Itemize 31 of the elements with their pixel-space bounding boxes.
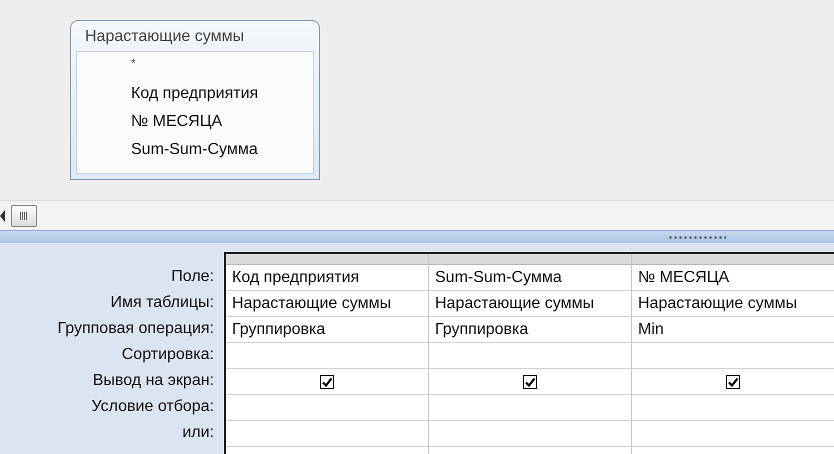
table-cell[interactable]: Нарастающие суммы (226, 291, 428, 317)
table-cell[interactable]: № МЕСЯЦА (632, 265, 834, 291)
row-label: Условие отбора: (92, 398, 214, 416)
checkbox[interactable] (523, 374, 537, 388)
column-selector[interactable] (226, 254, 428, 265)
field-list-item[interactable]: Код предприятия (131, 80, 313, 108)
checkbox[interactable] (726, 374, 740, 388)
scroll-bar[interactable] (0, 200, 834, 230)
row-label: Групповая операция: (57, 320, 214, 338)
table-cell[interactable]: Min (632, 317, 834, 343)
row-label: Сортировка: (122, 346, 214, 364)
scroll-left-icon[interactable] (0, 210, 5, 222)
grip-handle-icon[interactable] (668, 236, 726, 238)
row-label: Вывод на экран: (92, 372, 214, 390)
table-cell[interactable]: Код предприятия (226, 265, 428, 291)
field-list-item[interactable]: * (131, 56, 313, 70)
row-label: Имя таблицы: (110, 294, 214, 312)
checkbox[interactable] (320, 374, 334, 388)
table-title[interactable]: Нарастающие суммы (76, 21, 314, 51)
row-label: или: (182, 424, 214, 442)
table-cell[interactable]: Sum-Sum-Сумма (429, 265, 631, 291)
column-selector[interactable] (632, 254, 834, 265)
row-label: Поле: (171, 268, 214, 286)
field-list-item[interactable]: № МЕСЯЦА (131, 108, 313, 136)
table-cell[interactable]: Группировка (429, 317, 631, 343)
column-selector[interactable] (429, 254, 631, 265)
field-list-item[interactable]: Sum-Sum-Сумма (131, 136, 313, 164)
table-cell[interactable]: Группировка (226, 317, 428, 343)
scroll-thumb[interactable] (11, 204, 37, 226)
table-cell[interactable]: Нарастающие суммы (632, 291, 834, 317)
table-cell[interactable]: Нарастающие суммы (429, 291, 631, 317)
